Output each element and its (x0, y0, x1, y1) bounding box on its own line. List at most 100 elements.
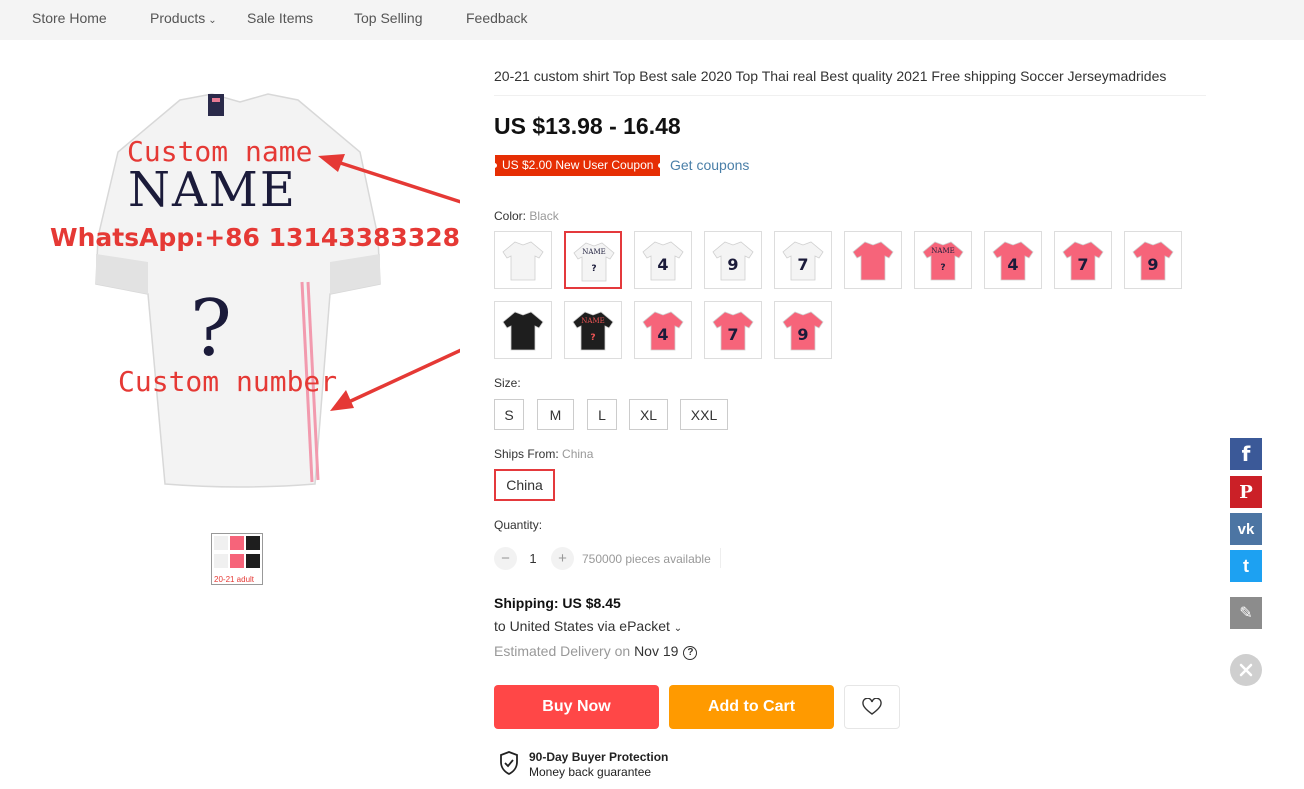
swatch-shirt-image: 7 (712, 311, 754, 351)
protection-subtitle: Money back guarantee (529, 765, 652, 779)
chevron-down-icon: ⌄ (673, 623, 683, 634)
color-swatch[interactable]: 7 (1054, 231, 1112, 289)
color-swatch[interactable] (494, 301, 552, 359)
size-option-m[interactable]: M (537, 399, 574, 430)
nav-products-label: Products (150, 10, 206, 26)
top-nav: Store Home Products ⌄ Sale Items Top Sell… (0, 0, 1304, 40)
overlay-whatsapp: WhatsApp:+86 13143383328 (50, 223, 460, 252)
swatch-number-text: 7 (727, 325, 738, 344)
gallery-thumbnail[interactable]: 20-21 adult (211, 533, 263, 585)
facebook-share-button[interactable]: f (1230, 438, 1262, 470)
swatch-number-text: 4 (1007, 255, 1018, 274)
stock-divider (720, 548, 721, 568)
quantity-increase-button[interactable]: + (551, 547, 574, 570)
vk-share-button[interactable]: vk (1230, 513, 1262, 545)
swatch-shirt-image: 7 (782, 241, 824, 281)
ships-from-option-china[interactable]: China (494, 469, 555, 501)
color-swatch[interactable] (844, 231, 902, 289)
size-option-xl[interactable]: XL (629, 399, 668, 430)
color-swatch[interactable]: 4 (634, 301, 692, 359)
color-swatch[interactable]: NAME? (564, 301, 622, 359)
product-title: 20-21 custom shirt Top Best sale 2020 To… (494, 68, 1167, 84)
thumbnail-caption: 20-21 adult (214, 575, 255, 584)
swatch-name-text: NAME (581, 317, 604, 325)
heart-icon (862, 698, 882, 715)
buyer-protection: 90-Day Buyer Protection Money back guara… (498, 750, 668, 780)
swatch-shirt-image: NAME? (572, 311, 614, 351)
ships-from-label-text: Ships From: (494, 447, 559, 461)
stock-available-text: 750000 pieces available (582, 552, 711, 566)
overlay-question: ? (190, 284, 232, 374)
wishlist-button[interactable] (844, 685, 900, 729)
color-swatch[interactable]: NAME? (564, 231, 622, 289)
swatch-number-text: 9 (1147, 255, 1158, 274)
color-swatch[interactable]: 4 (634, 231, 692, 289)
size-label: Size: (494, 376, 521, 390)
pinterest-icon: P (1239, 481, 1253, 503)
color-swatch[interactable]: 4 (984, 231, 1042, 289)
color-swatch[interactable]: 9 (774, 301, 832, 359)
color-label-text: Color: (494, 209, 527, 223)
color-swatch[interactable]: 9 (704, 231, 762, 289)
pinterest-share-button[interactable]: P (1230, 476, 1262, 508)
swatch-shirt-image (502, 241, 544, 281)
pencil-icon: ✎ (1239, 605, 1253, 622)
delivery-date: Nov 19 (634, 643, 679, 659)
close-share-button[interactable] (1230, 654, 1262, 686)
quantity-decrease-button[interactable]: − (494, 547, 517, 570)
nav-sale-items[interactable]: Sale Items (247, 10, 313, 26)
swatch-number-text: 7 (1077, 255, 1088, 274)
swatch-number-text: 9 (797, 325, 808, 344)
twitter-share-button[interactable]: t (1230, 550, 1262, 582)
quantity-value[interactable]: 1 (523, 551, 543, 566)
swatch-shirt-image: NAME? (573, 242, 615, 282)
swatch-number-text: 4 (657, 325, 668, 344)
swatch-shirt-image (502, 311, 544, 351)
color-swatch[interactable] (494, 231, 552, 289)
swatch-number-text: ? (590, 333, 595, 343)
size-option-l[interactable]: L (587, 399, 617, 430)
swatch-name-text: NAME (582, 248, 605, 256)
swatch-name-text: NAME (931, 247, 954, 255)
swatch-shirt-image: 4 (992, 241, 1034, 281)
color-swatch[interactable]: 7 (774, 231, 832, 289)
swatch-shirt-image: 9 (712, 241, 754, 281)
swatch-shirt-image: 4 (642, 241, 684, 281)
facebook-icon: f (1241, 442, 1251, 466)
color-swatch[interactable]: 7 (704, 301, 762, 359)
shipping-method-selector[interactable]: to United States via ePacket ⌄ (494, 618, 682, 634)
swatch-number-text: ? (591, 264, 596, 274)
color-value: Black (529, 209, 559, 223)
nav-store-home[interactable]: Store Home (32, 10, 107, 26)
overlay-custom-number: Custom number (118, 365, 338, 398)
buy-now-button[interactable]: Buy Now (494, 685, 659, 729)
get-coupons-link[interactable]: Get coupons (670, 157, 749, 173)
protection-title: 90-Day Buyer Protection (529, 750, 669, 764)
product-price: US $13.98 - 16.48 (494, 113, 681, 139)
color-swatch[interactable]: 9 (1124, 231, 1182, 289)
add-to-cart-button[interactable]: Add to Cart (669, 685, 834, 729)
title-divider (494, 95, 1206, 96)
size-option-xxl[interactable]: XXL (680, 399, 728, 430)
swatch-shirt-image: NAME? (922, 241, 964, 281)
overlay-name: NAME (128, 162, 297, 218)
shipping-cost: Shipping: US $8.45 (494, 595, 621, 611)
edit-button[interactable]: ✎ (1230, 597, 1262, 629)
swatch-shirt-image: 9 (1132, 241, 1174, 281)
swatch-shirt-image: 9 (782, 311, 824, 351)
size-option-s[interactable]: S (494, 399, 524, 430)
swatch-number-text: 9 (727, 255, 738, 274)
twitter-icon: t (1243, 555, 1249, 576)
quantity-label: Quantity: (494, 518, 543, 532)
swatch-shirt-image (852, 241, 894, 281)
question-icon[interactable]: ? (683, 646, 698, 660)
vk-icon: vk (1237, 520, 1255, 538)
nav-feedback[interactable]: Feedback (466, 10, 527, 26)
main-product-image[interactable]: Custom name NAME WhatsApp:+86 1314338332… (40, 62, 566, 502)
nav-products[interactable]: Products ⌄ (150, 10, 217, 26)
delivery-prefix: Estimated Delivery on (494, 643, 631, 659)
nav-top-selling[interactable]: Top Selling (354, 10, 423, 26)
swatch-shirt-image: 7 (1062, 241, 1104, 281)
color-swatch[interactable]: NAME? (914, 231, 972, 289)
estimated-delivery: Estimated Delivery on Nov 19? (494, 643, 698, 660)
